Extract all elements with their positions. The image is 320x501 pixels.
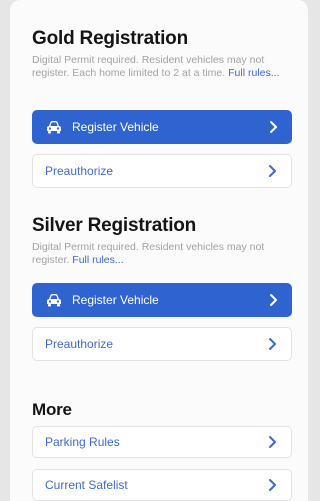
more-title: More xyxy=(32,400,72,419)
gold-register-vehicle-label: Register Vehicle xyxy=(72,120,159,134)
gold-register-vehicle-button[interactable]: Register Vehicle xyxy=(32,110,292,144)
gold-full-rules-link[interactable]: Full rules... xyxy=(228,67,279,79)
gold-preauthorize-label: Preauthorize xyxy=(45,164,114,178)
car-icon xyxy=(47,121,61,134)
silver-register-vehicle-button[interactable]: Register Vehicle xyxy=(32,283,292,317)
silver-registration-description: Digital Permit required. Resident vehicl… xyxy=(32,241,294,267)
app-screen: Gold Registration Digital Permit require… xyxy=(10,0,308,501)
car-icon xyxy=(47,294,61,307)
gold-registration-title: Gold Registration xyxy=(32,28,188,49)
parking-rules-label: Parking Rules xyxy=(45,435,120,449)
chevron-right-icon xyxy=(269,338,276,350)
current-safelist-label: Current Safelist xyxy=(45,478,128,492)
silver-preauthorize-label: Preauthorize xyxy=(45,337,114,351)
chevron-right-icon xyxy=(269,479,276,491)
silver-full-rules-link[interactable]: Full rules... xyxy=(72,254,123,266)
parking-rules-button[interactable]: Parking Rules xyxy=(32,426,292,458)
chevron-right-icon xyxy=(269,165,276,177)
chevron-right-icon xyxy=(270,121,277,133)
gold-preauthorize-button[interactable]: Preauthorize xyxy=(32,154,292,188)
silver-description-text: Digital Permit required. Resident vehicl… xyxy=(32,241,265,266)
silver-registration-title: Silver Registration xyxy=(32,215,197,236)
silver-register-vehicle-label: Register Vehicle xyxy=(72,293,159,307)
gold-registration-description: Digital Permit required. Resident vehicl… xyxy=(32,54,294,80)
current-safelist-button[interactable]: Current Safelist xyxy=(32,469,292,501)
silver-preauthorize-button[interactable]: Preauthorize xyxy=(32,327,292,361)
gold-registration-section: Gold Registration Digital Permit require… xyxy=(32,28,294,193)
silver-registration-section: Silver Registration Digital Permit requi… xyxy=(32,215,294,365)
chevron-right-icon xyxy=(269,436,276,448)
chevron-right-icon xyxy=(270,294,277,306)
more-section: More Parking Rules Current Safelist xyxy=(32,399,294,501)
